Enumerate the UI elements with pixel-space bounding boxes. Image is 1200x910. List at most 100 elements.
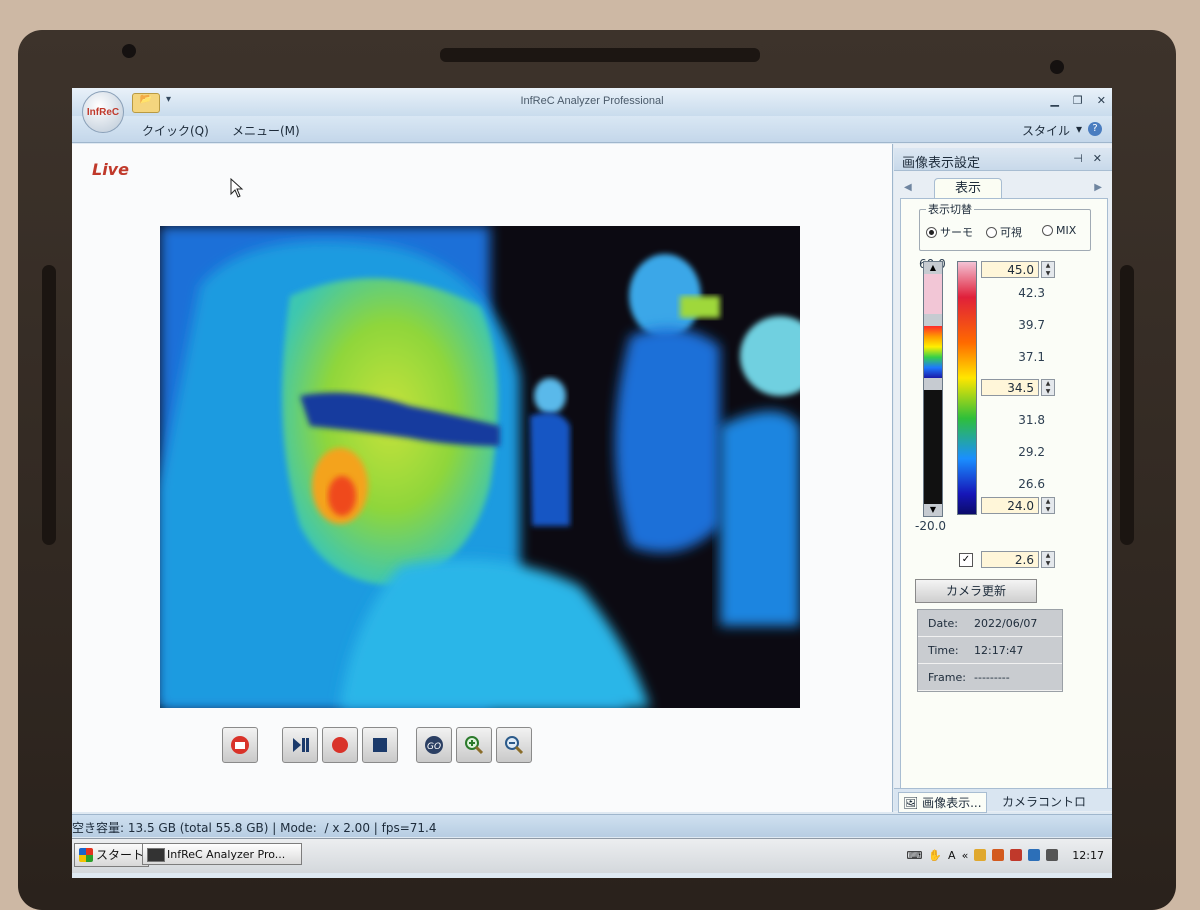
minimize-button[interactable]: ▁ xyxy=(1050,94,1058,107)
upper-temp-input[interactable]: 45.0 xyxy=(981,261,1039,278)
windows-logo-icon xyxy=(79,848,93,862)
range-upper-handle[interactable] xyxy=(924,314,942,326)
info-row-frame: Frame: --------- xyxy=(918,664,1062,691)
info-key: Date: xyxy=(928,617,958,630)
zoom-controls: GO xyxy=(416,727,532,763)
play-pause-button[interactable] xyxy=(282,727,318,763)
info-row-time: Time: 12:17:47 xyxy=(918,637,1062,664)
zoom-out-button[interactable] xyxy=(496,727,532,763)
security-tray-icon[interactable] xyxy=(992,849,1005,861)
stop-button[interactable] xyxy=(362,727,398,763)
zoom-in-button[interactable] xyxy=(456,727,492,763)
image-display-icon: 🖼 xyxy=(903,796,919,810)
network-tray-icon[interactable] xyxy=(1028,849,1041,861)
color-scale-bar xyxy=(957,261,977,515)
wifi-tray-icon[interactable] xyxy=(1010,849,1023,861)
range-scrollbar[interactable]: ▲ ▼ xyxy=(923,261,943,517)
mid-temp-spinner[interactable]: ▲ ▼ xyxy=(1041,379,1055,396)
start-button[interactable]: スタート xyxy=(74,843,150,867)
scroll-up-icon[interactable]: ▲ xyxy=(924,262,942,274)
tab-image-display[interactable]: 🖼 画像表示... xyxy=(898,792,987,813)
tray-expand-icon[interactable]: « xyxy=(962,849,969,862)
auto-range-checkbox[interactable]: ✓ xyxy=(959,553,973,567)
scale-tick: 39.7 xyxy=(1018,318,1045,332)
snapshot-button[interactable] xyxy=(222,727,258,763)
keyboard-icon[interactable]: ⌨ xyxy=(906,849,922,862)
live-indicator: Live xyxy=(92,160,129,179)
tab-scroll-right-icon[interactable]: ▶ xyxy=(1094,182,1102,193)
thermal-image[interactable] xyxy=(160,226,800,708)
info-key: Time: xyxy=(928,644,959,657)
close-button[interactable]: ✕ xyxy=(1097,94,1106,107)
range-band[interactable] xyxy=(924,326,942,378)
taskbar-app-infrec[interactable]: InfReC Analyzer Pro... xyxy=(142,843,302,865)
scale-tick: 31.8 xyxy=(1018,413,1045,427)
play-pause-icon xyxy=(293,738,309,752)
status-bar: 空き容量: 13.5 GB (total 55.8 GB) | Mode: / … xyxy=(72,814,1112,837)
record-button[interactable] xyxy=(322,727,358,763)
bezel-screw-left xyxy=(122,44,136,58)
radio-thermo-label: サーモ xyxy=(940,226,973,239)
scale-tick: 37.1 xyxy=(1018,350,1045,364)
start-label: スタート xyxy=(96,848,145,862)
svg-text:GO: GO xyxy=(427,742,441,752)
menu-main[interactable]: メニュー(M) xyxy=(232,122,300,139)
pin-icon[interactable]: ⊣ xyxy=(1073,152,1083,165)
range-lower-handle[interactable] xyxy=(924,378,942,390)
stop-icon xyxy=(373,738,387,752)
upper-temp-spinner[interactable]: ▲ ▼ xyxy=(1041,261,1055,278)
menu-quick[interactable]: クイック(Q) xyxy=(142,122,209,139)
hand-icon[interactable]: ✋ xyxy=(928,849,942,862)
radio-visible[interactable]: 可視 xyxy=(986,224,1022,240)
scale-tick: 42.3 xyxy=(1018,286,1045,300)
scale-min-label: -20.0 xyxy=(915,519,947,533)
menu-bar: クイック(Q) メニュー(M) スタイル ▾ ? xyxy=(72,116,1112,143)
restore-button[interactable]: ❐ xyxy=(1073,94,1083,107)
step-spinner[interactable]: ▲ ▼ xyxy=(1041,551,1055,568)
info-value: 12:17:47 xyxy=(974,644,1024,657)
clock[interactable]: 12:17 xyxy=(1072,849,1104,862)
style-menu[interactable]: スタイル ▾ ? xyxy=(1022,122,1102,139)
help-icon[interactable]: ? xyxy=(1088,122,1102,136)
step-input[interactable]: 2.6 xyxy=(981,551,1039,568)
display-mode-group: 表示切替 サーモ 可視 MIX xyxy=(919,201,1091,251)
radio-mix[interactable]: MIX xyxy=(1042,224,1076,237)
radio-mix-label: MIX xyxy=(1056,224,1077,237)
scale-tick: 26.6 xyxy=(1018,477,1045,491)
record-icon xyxy=(332,737,348,753)
taskbar: スタート InfReC Analyzer Pro... ⌨ ✋ A « 12:1… xyxy=(72,838,1112,873)
system-tray: ⌨ ✋ A « 12:17 xyxy=(906,843,1104,867)
tab-display[interactable]: 表示 xyxy=(934,178,1002,199)
main-view-panel: Live GO xyxy=(72,144,893,812)
radio-thermo-dot xyxy=(926,226,937,238)
lower-temp-spinner[interactable]: ▲ ▼ xyxy=(1041,497,1055,514)
panel-close-icon[interactable]: ✕ xyxy=(1093,152,1102,165)
bezel-grip-right xyxy=(1120,265,1134,545)
tab-scroll-left-icon[interactable]: ◀ xyxy=(904,182,912,193)
bezel-screw-right xyxy=(1050,60,1064,74)
mouse-cursor-icon xyxy=(230,178,244,198)
side-panel-header: 画像表示設定 ⊣ ✕ xyxy=(894,148,1112,171)
mid-temp-input[interactable]: 34.5 xyxy=(981,379,1039,396)
scroll-down-icon[interactable]: ▼ xyxy=(924,504,942,516)
go-icon: GO xyxy=(425,736,443,754)
record-controls xyxy=(222,727,258,763)
app-window-icon xyxy=(147,848,165,862)
taskbar-app-label: InfReC Analyzer Pro... xyxy=(167,848,286,861)
go-button[interactable]: GO xyxy=(416,727,452,763)
lower-temp-input[interactable]: 24.0 xyxy=(981,497,1039,514)
info-row-date: Date: 2022/06/07 xyxy=(918,610,1062,637)
volume-tray-icon[interactable] xyxy=(1046,849,1059,861)
folder-tray-icon[interactable] xyxy=(974,849,987,861)
app-logo-button[interactable]: InfReC xyxy=(82,91,124,133)
radio-thermo[interactable]: サーモ xyxy=(926,224,973,240)
ime-icon[interactable]: A xyxy=(948,849,956,862)
side-panel-controls: ⊣ ✕ xyxy=(1073,152,1102,165)
bezel-grip-left xyxy=(42,265,56,545)
info-value: --------- xyxy=(974,671,1010,684)
range-upper-region xyxy=(924,274,942,314)
camera-icon xyxy=(231,736,249,754)
radio-visible-dot xyxy=(986,226,997,238)
camera-update-button[interactable]: カメラ更新 xyxy=(915,579,1037,603)
tab-image-display-label: 画像表示... xyxy=(922,796,982,810)
